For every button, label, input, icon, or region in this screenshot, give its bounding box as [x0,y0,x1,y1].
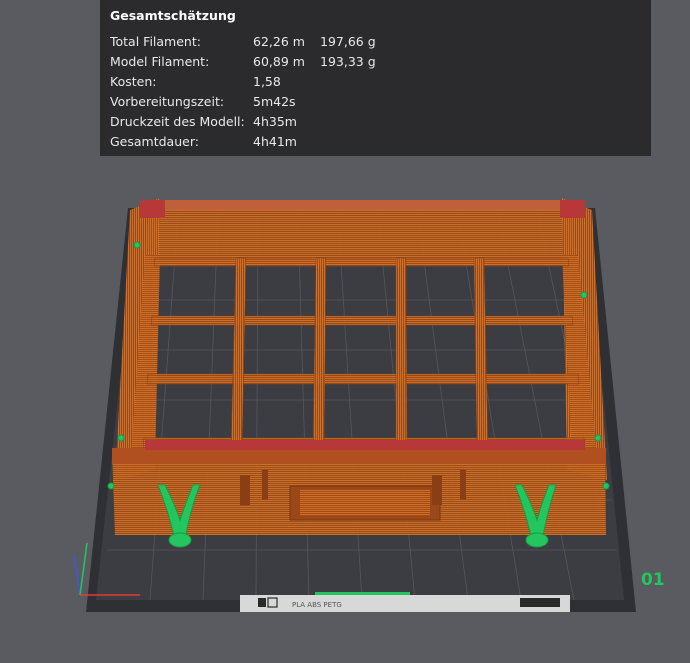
estimate-weight: 197,66 g [320,33,376,49]
plate-number[interactable]: 01 [641,570,665,590]
estimate-row-total-time: Gesamtdauer: 4h41m [110,131,641,151]
estimate-label: Druckzeit des Modell: [110,113,245,129]
estimate-label: Kosten: [110,73,157,89]
estimate-label: Model Filament: [110,53,210,69]
plate-label-text: PLA ABS PETG [292,601,342,609]
estimate-row-cost: Kosten: 1,58 [110,71,641,91]
qr-code-icon [258,598,266,607]
estimate-value: 1,58 [253,73,281,89]
estimate-value: 60,89 m [253,53,305,69]
estimate-label: Total Filament: [110,33,201,49]
estimate-title: Gesamtschätzung [110,8,236,23]
estimate-row-prep-time: Vorbereitungszeit: 5m42s [110,91,641,111]
estimate-value: 4h35m [253,113,297,129]
estimate-value: 62,26 m [253,33,305,49]
estimate-label: Gesamtdauer: [110,133,199,149]
estimate-row-model-print-time: Druckzeit des Modell: 4h35m [110,111,641,131]
layout-icon [520,598,560,607]
estimate-row-model-filament: Model Filament: 60,89 m 193,33 g [110,51,641,71]
estimate-weight: 193,33 g [320,53,376,69]
estimate-label: Vorbereitungszeit: [110,93,225,109]
build-plate [86,208,636,612]
plate-label-strip: PLA ABS PETG [240,592,570,612]
estimate-panel: Gesamtschätzung Total Filament: 62,26 m … [100,0,651,156]
estimate-value: 5m42s [253,93,296,109]
estimate-row-total-filament: Total Filament: 62,26 m 197,66 g [110,31,641,51]
estimate-value: 4h41m [253,133,297,149]
